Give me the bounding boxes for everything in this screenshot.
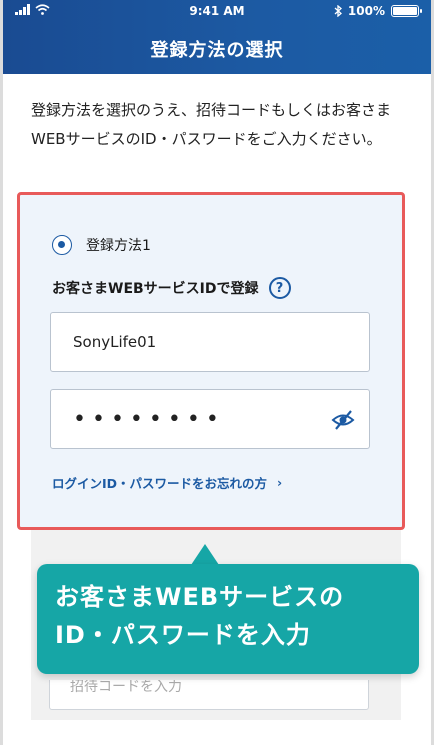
status-bar: 9:41 AM 100%	[3, 0, 431, 22]
bluetooth-icon	[334, 5, 342, 17]
callout-line-1: お客さまWEBサービスの	[55, 583, 345, 611]
phone-screen: 9:41 AM 100% 登録方法の選択 登録方法を選択のうえ、招待コードもしく…	[0, 0, 434, 745]
login-id-field[interactable]: SonyLife01	[50, 312, 370, 372]
method1-panel: 登録方法1 お客さまWEBサービスIDで登録 ? SonyLife01 ••••…	[17, 192, 405, 530]
forgot-credentials-link[interactable]: ログインID・パスワードをお忘れの方 ›	[52, 473, 282, 492]
invite-code-field[interactable]: 招待コードを入力	[49, 680, 369, 710]
callout-line-2: ID・パスワードを入力	[55, 621, 311, 649]
battery-level	[393, 7, 417, 15]
intro-text: 登録方法を選択のうえ、招待コードもしくはお客さまWEBサービスのID・パスワード…	[31, 101, 392, 148]
password-field[interactable]: ••••••••	[50, 389, 370, 449]
instruction-callout: お客さまWEBサービスの ID・パスワードを入力	[37, 564, 419, 674]
help-icon[interactable]: ?	[268, 277, 291, 299]
password-mask: ••••••••	[73, 406, 225, 432]
method1-radio[interactable]	[52, 235, 72, 255]
method1-radio-label: 登録方法1	[86, 238, 151, 254]
method1-radio-row[interactable]: 登録方法1	[52, 235, 151, 255]
section-title-text: お客さまWEBサービスIDで登録	[52, 281, 259, 297]
battery-icon	[391, 5, 422, 17]
forgot-link-text: ログインID・パスワードをお忘れの方	[52, 476, 268, 491]
app-header: 9:41 AM 100% 登録方法の選択	[3, 0, 431, 74]
section-title: お客さまWEBサービスIDで登録 ?	[52, 277, 291, 299]
page-title: 登録方法の選択	[150, 40, 284, 61]
chevron-right-icon: ›	[277, 475, 283, 490]
battery-percent: 100%	[347, 4, 385, 18]
eye-slash-icon[interactable]	[331, 408, 355, 432]
callout-tail	[191, 544, 219, 565]
